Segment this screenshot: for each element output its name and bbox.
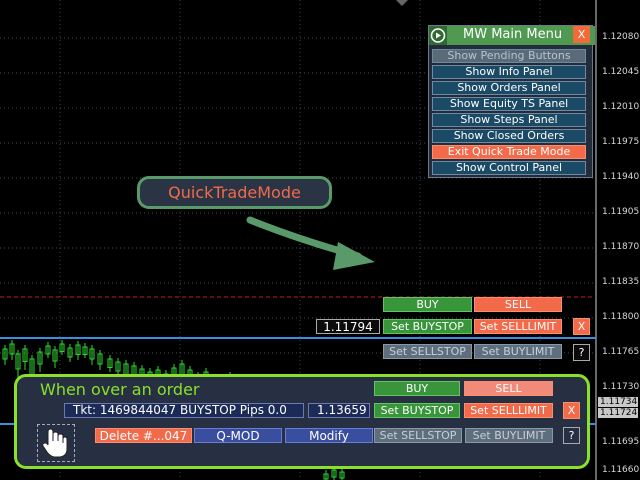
play-circle-icon[interactable] [429, 26, 447, 45]
quicktrademode-callout: QuickTradeMode [137, 176, 332, 209]
price-tick: 1.11800 [602, 312, 640, 322]
set-buystop-button[interactable]: Set BUYSTOP [383, 319, 472, 334]
order-set-selllimit-button[interactable]: Set SELLLIMIT [464, 403, 553, 418]
order-set-buylimit-button[interactable]: Set BUYLIMIT [465, 428, 553, 443]
price-tick: 1.11660 [602, 465, 640, 475]
help-button[interactable]: ? [573, 344, 590, 361]
sell-button[interactable]: SELL [474, 297, 562, 312]
order-price-field: 1.13659 [308, 403, 370, 418]
price-tick: 1.11835 [602, 277, 640, 287]
show-steps-panel[interactable]: Show Steps Panel [432, 113, 586, 127]
order-sell-button[interactable]: SELL [464, 381, 553, 396]
show-info-panel[interactable]: Show Info Panel [432, 65, 586, 79]
ticket-field: Tkt: 1469844047 BUYSTOP Pips 0.0 [64, 403, 304, 418]
show-closed-orders[interactable]: Show Closed Orders [432, 129, 586, 143]
small-arrow-marker [396, 0, 408, 6]
exit-quick-trade-mode[interactable]: Exit Quick Trade Mode [432, 145, 586, 159]
order-set-buystop-button[interactable]: Set BUYSTOP [374, 403, 460, 418]
order-close-button[interactable]: X [563, 402, 580, 419]
current-price-box: 1.11734 [598, 397, 638, 407]
current-price-box: 1.11724 [598, 408, 638, 418]
menu-title: MW Main Menu [463, 27, 563, 42]
set-selllimit-button[interactable]: Set SELLLIMIT [474, 319, 562, 334]
order-buy-button[interactable]: BUY [374, 381, 460, 396]
close-button[interactable]: X [573, 318, 590, 335]
price-tick: 1.11870 [602, 242, 640, 252]
price-display: 1.11794 [316, 319, 380, 334]
price-tick: 1.12045 [602, 67, 640, 77]
set-sellstop-button[interactable]: Set SELLSTOP [383, 344, 472, 359]
set-buylimit-button[interactable]: Set BUYLIMIT [474, 344, 562, 359]
arrow-head [333, 242, 375, 270]
price-tick: 1.11695 [602, 437, 640, 447]
qmod-button[interactable]: Q-MOD [194, 428, 282, 443]
order-set-sellstop-button[interactable]: Set SELLSTOP [374, 428, 462, 443]
price-tick: 1.11940 [602, 172, 640, 182]
show-pending-buttons[interactable]: Show Pending Buttons [432, 49, 586, 63]
price-tick: 1.12010 [602, 102, 640, 112]
delete-order-button[interactable]: Delete #...047 [95, 428, 192, 443]
price-tick: 1.12080 [602, 32, 640, 42]
price-tick: 1.11975 [602, 137, 640, 147]
order-help-button[interactable]: ? [563, 427, 580, 444]
show-control-panel[interactable]: Show Control Panel [432, 161, 586, 175]
price-tick: 1.11905 [602, 207, 640, 217]
show-orders-panel[interactable]: Show Orders Panel [432, 81, 586, 95]
order-panel-title: When over an order [40, 380, 200, 399]
modify-button[interactable]: Modify [285, 428, 373, 443]
price-tick: 1.11765 [602, 347, 640, 357]
price-tick: 1.11730 [602, 382, 640, 392]
menu-close-button[interactable]: X [573, 26, 590, 43]
show-equity-ts-panel[interactable]: Show Equity TS Panel [432, 97, 586, 111]
buy-button[interactable]: BUY [383, 297, 472, 312]
hand-pointer-icon [37, 424, 75, 462]
